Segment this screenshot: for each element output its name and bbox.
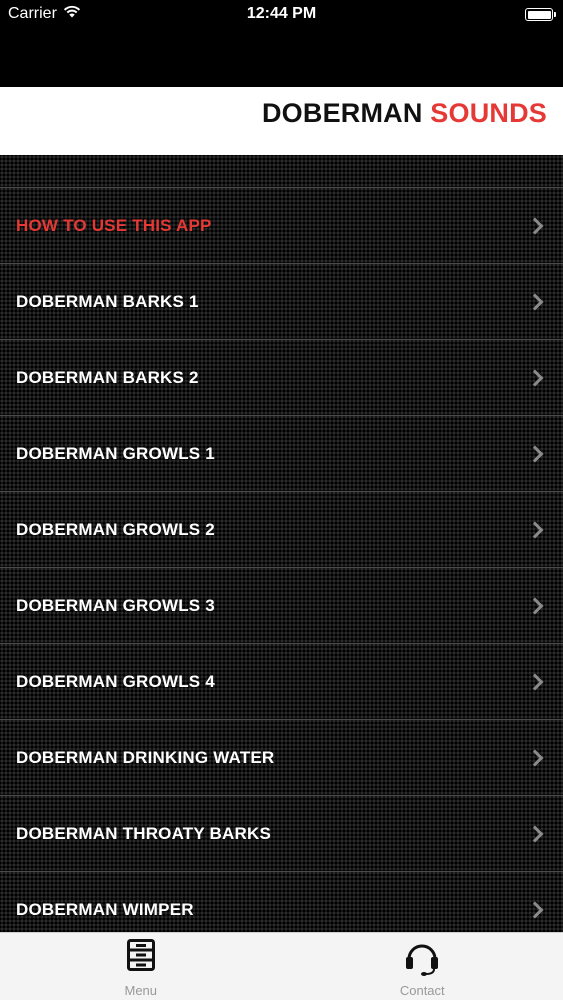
battery-icon xyxy=(525,8,556,21)
chevron-right-icon xyxy=(526,749,544,766)
tab-contact-label: Contact xyxy=(399,983,445,998)
battery-fill xyxy=(527,10,551,19)
list-item[interactable]: HOW TO USE THIS APP xyxy=(0,188,563,264)
chevron-right-icon xyxy=(526,521,544,538)
chevron-right-icon xyxy=(526,597,544,614)
list-item[interactable]: DOBERMAN BARKS 1 xyxy=(0,264,563,340)
app-header: DOBERMAN SOUNDS xyxy=(0,87,563,155)
app-screen: Carrier 12:44 PM DOBERMAN SOUNDS HOW TO … xyxy=(0,0,563,1000)
title-accent: SOUNDS xyxy=(430,98,547,128)
list-item[interactable]: DOBERMAN BARKS 2 xyxy=(0,340,563,416)
chevron-right-icon xyxy=(526,901,544,918)
list-item-label: DOBERMAN BARKS 2 xyxy=(16,367,199,387)
chevron-right-icon xyxy=(526,445,544,462)
list-item-label: DOBERMAN GROWLS 1 xyxy=(16,443,215,463)
status-time: 12:44 PM xyxy=(246,5,317,22)
title-main: DOBERMAN xyxy=(261,98,423,128)
status-bar: Carrier 12:44 PM xyxy=(0,0,563,30)
list-item-label: DOBERMAN DRINKING WATER xyxy=(16,747,275,767)
list-item-label: DOBERMAN WIMPER xyxy=(16,899,194,919)
chevron-right-icon xyxy=(526,825,544,842)
list-item[interactable]: DOBERMAN DRINKING WATER xyxy=(0,720,563,796)
list-item[interactable]: DOBERMAN WIMPER xyxy=(0,872,563,932)
list-item-label: DOBERMAN GROWLS 4 xyxy=(16,671,215,691)
list-item-label: DOBERMAN GROWLS 3 xyxy=(16,595,215,615)
tab-contact[interactable]: Contact xyxy=(282,933,563,1000)
chevron-right-icon xyxy=(526,293,544,310)
tab-menu-label: Menu xyxy=(124,983,158,998)
list-item[interactable]: DOBERMAN THROATY BARKS xyxy=(0,796,563,872)
list-item[interactable]: DOBERMAN GROWLS 3 xyxy=(0,568,563,644)
headset-icon xyxy=(404,939,440,982)
list-item-label: DOBERMAN THROATY BARKS xyxy=(16,823,271,843)
list-item[interactable]: DOBERMAN GROWLS 2 xyxy=(0,492,563,568)
tab-menu[interactable]: Menu xyxy=(0,933,282,1000)
menu-cabinet-icon xyxy=(126,939,155,976)
list-item-label: DOBERMAN GROWLS 2 xyxy=(16,519,215,539)
tab-bar: Menu Contact xyxy=(0,932,563,1000)
list-item-label: DOBERMAN BARKS 1 xyxy=(16,291,199,311)
list-top-spacer xyxy=(0,155,563,188)
page-title: DOBERMAN SOUNDS xyxy=(262,87,547,155)
nav-bar xyxy=(0,30,563,87)
list-item[interactable]: DOBERMAN GROWLS 4 xyxy=(0,644,563,720)
chevron-right-icon xyxy=(526,369,544,386)
chevron-right-icon xyxy=(526,673,544,690)
chevron-right-icon xyxy=(526,217,544,234)
list-item-label: HOW TO USE THIS APP xyxy=(16,215,212,235)
sound-menu-list[interactable]: HOW TO USE THIS APP DOBERMAN BARKS 1 DOBER… xyxy=(0,155,563,932)
list-item[interactable]: DOBERMAN GROWLS 1 xyxy=(0,416,563,492)
